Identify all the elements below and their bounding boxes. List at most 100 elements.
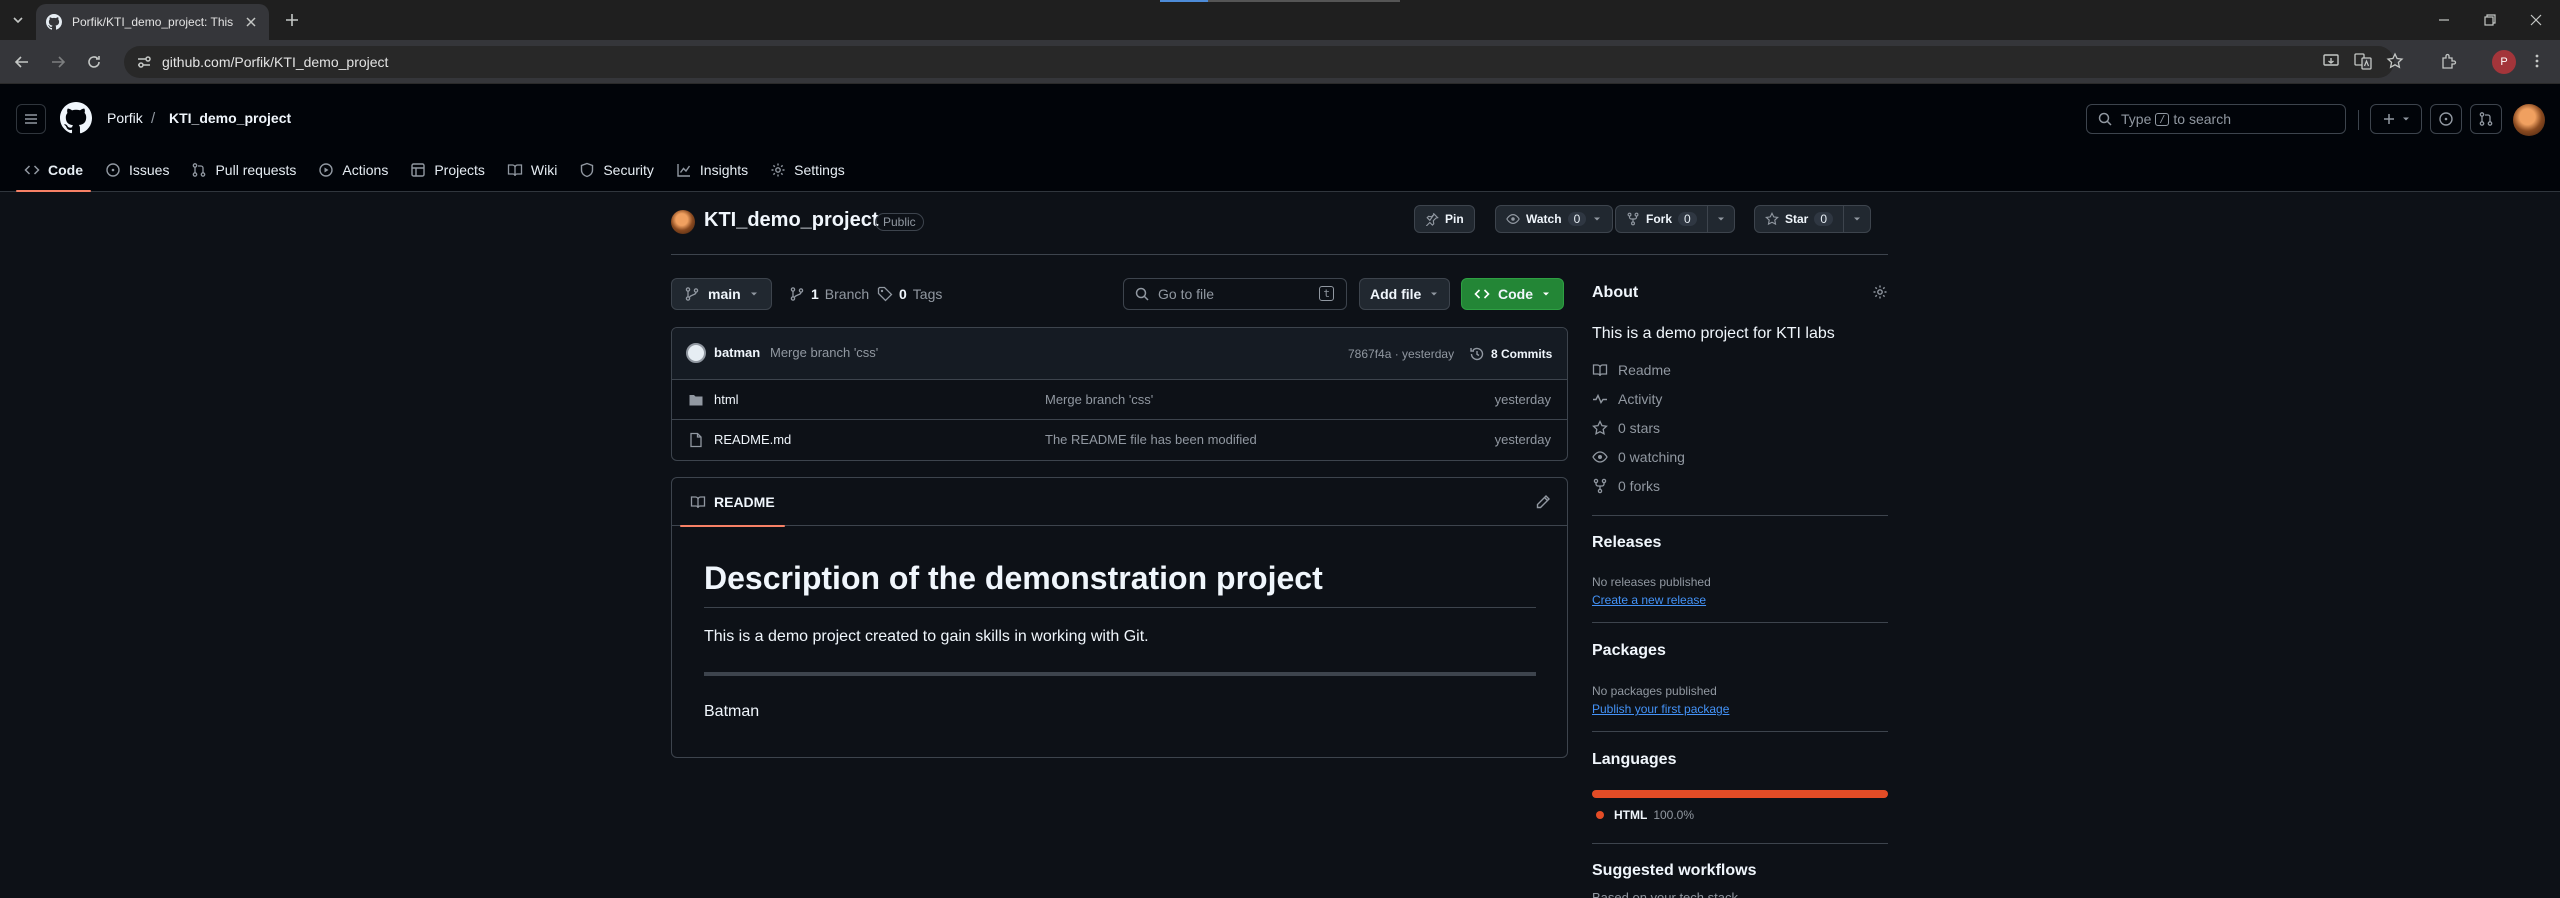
new-tab-icon[interactable] [282,10,302,30]
search-prefix: Type [2121,111,2152,127]
history-icon [1470,347,1484,361]
browser-profile-avatar[interactable]: P [2492,50,2516,74]
issues-button[interactable] [2430,104,2462,134]
restore-icon[interactable] [2480,10,2500,30]
tab-close-icon[interactable] [243,14,259,30]
star-dropdown[interactable] [1843,206,1870,232]
play-icon [319,163,334,177]
bookmark-star-icon[interactable] [2386,52,2404,70]
file-name[interactable]: README.md [714,432,791,447]
folder-icon [688,392,704,408]
activity-link[interactable]: Activity [1592,391,1662,407]
tab-wiki[interactable]: Wiki [499,148,565,192]
publish-package-link[interactable]: Publish your first package [1592,702,1729,716]
file-commit-message[interactable]: Merge branch 'css' [1045,392,1153,407]
eye-icon [1592,451,1608,463]
translate-icon[interactable] [2354,52,2372,70]
forward-icon[interactable] [48,52,68,72]
user-avatar[interactable] [2513,104,2545,136]
search-input[interactable]: Type / to search [2086,104,2346,134]
header-divider [2358,110,2359,130]
sidebar-divider [1592,622,1888,623]
reload-icon[interactable] [84,52,104,72]
gear-icon[interactable] [1872,284,1888,300]
back-icon[interactable] [12,52,32,72]
create-new-button[interactable] [2370,104,2422,134]
tags-link[interactable]: 0 Tags [877,278,942,310]
repo-owner-avatar[interactable] [671,210,695,234]
commit-author[interactable]: batman [714,345,760,360]
plus-icon [2384,114,2394,124]
create-release-link[interactable]: Create a new release [1592,593,1706,607]
tab-actions[interactable]: Actions [310,148,396,192]
minimize-icon[interactable] [2434,10,2454,30]
tab-label: Security [603,162,654,178]
file-commit-message[interactable]: The README file has been modified [1045,432,1257,447]
fork-dropdown[interactable] [1706,206,1734,232]
tab-security[interactable]: Security [571,148,662,192]
watching-link-label: 0 watching [1618,449,1685,465]
search-icon [1135,287,1149,301]
fork-button[interactable]: Fork 0 [1615,205,1735,233]
file-commit-date: yesterday [1494,432,1551,447]
table-row[interactable]: html Merge branch 'css' yesterday [672,380,1567,420]
commits-link[interactable]: 8 Commits [1469,346,1552,362]
pencil-icon[interactable] [1535,494,1551,510]
horizontal-rule [704,672,1536,676]
github-favicon-icon [46,14,62,30]
forks-link[interactable]: 0 forks [1592,478,1660,494]
heading-divider [704,607,1536,608]
file-commit-date: yesterday [1494,392,1551,407]
branch-select-button[interactable]: main [671,278,772,310]
loading-indicator [1160,0,1400,2]
readme-tab[interactable]: README [680,478,785,527]
breadcrumb-owner[interactable]: Porfik [107,110,143,126]
language-item[interactable]: HTML 100.0% [1596,808,1694,822]
packages-heading[interactable]: Packages [1592,642,1666,660]
breadcrumb-repo[interactable]: KTI_demo_project [169,110,291,126]
pull-request-icon [193,163,206,177]
window-close-icon[interactable] [2526,10,2546,30]
github-logo-icon[interactable] [60,102,92,134]
install-app-icon[interactable] [2322,52,2340,70]
language-color-dot [1596,811,1604,819]
pull-requests-button[interactable] [2470,104,2502,134]
url-field[interactable]: github.com/Porfik/KTI_demo_project [124,46,2394,78]
tab-issues[interactable]: Issues [97,148,177,192]
menu-hamburger-icon[interactable] [16,104,46,134]
tab-settings[interactable]: Settings [762,148,853,192]
tab-label: Pull requests [215,162,297,178]
commit-author-avatar[interactable] [686,343,706,363]
tab-pull-requests[interactable]: Pull requests [183,148,304,192]
star-button[interactable]: Star 0 [1754,205,1872,233]
tab-search-chevron-icon[interactable] [8,10,28,30]
tab-code[interactable]: Code [16,148,91,192]
extensions-icon[interactable] [2440,52,2458,70]
releases-heading[interactable]: Releases [1592,534,1661,552]
code-button[interactable]: Code [1461,278,1564,310]
commit-sha-time[interactable]: 7867f4a · yesterday [1348,347,1454,361]
browser-menu-icon[interactable] [2528,52,2546,70]
activity-link-label: Activity [1618,391,1663,407]
readme-header: README [672,478,1567,527]
go-to-file-input[interactable]: Go to file t [1123,278,1347,310]
readme-link[interactable]: Readme [1592,362,1671,378]
site-info-icon[interactable] [136,54,152,70]
file-toolbar: main 1 Branch 0 Tags Go to file t Add fi… [671,278,1568,310]
browser-tab[interactable]: Porfik/KTI_demo_project: This is [36,4,269,40]
code-label: Code [1498,286,1533,302]
tab-projects[interactable]: Projects [402,148,493,192]
commit-message[interactable]: Merge branch 'css' [770,345,878,360]
branches-link[interactable]: 1 Branch [789,278,869,310]
pin-button[interactable]: Pin [1414,205,1475,233]
repo-name[interactable]: KTI_demo_project [704,209,878,232]
add-file-button[interactable]: Add file [1359,278,1451,310]
watching-link[interactable]: 0 watching [1592,449,1685,465]
tab-insights[interactable]: Insights [668,148,756,192]
table-row[interactable]: README.md The README file has been modif… [672,420,1567,460]
language-percent: 100.0% [1653,808,1695,822]
file-name[interactable]: html [714,392,739,407]
stars-link[interactable]: 0 stars [1592,420,1660,436]
watch-button[interactable]: Watch 0 [1495,205,1614,233]
readme-heading: Description of the demonstration project [704,560,1323,596]
